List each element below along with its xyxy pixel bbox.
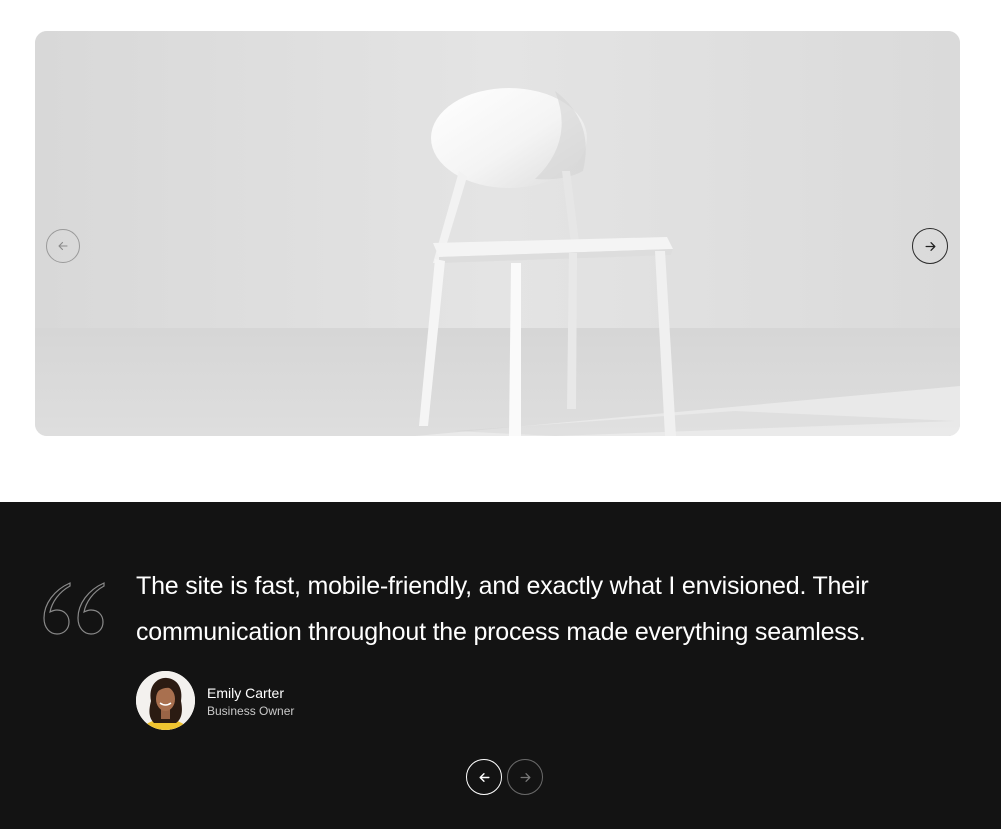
page: The site is fast, mobile-friendly, and e… <box>0 0 1001 829</box>
arrow-right-icon <box>520 772 530 782</box>
arrow-right-icon <box>925 241 935 251</box>
hero-slider <box>35 31 960 436</box>
testimonial-author: Emily Carter Business Owner <box>136 671 294 730</box>
arrow-left-icon <box>58 241 68 251</box>
avatar <box>136 671 195 730</box>
author-role: Business Owner <box>207 703 295 718</box>
testimonial-section: The site is fast, mobile-friendly, and e… <box>0 502 1001 829</box>
hero-prev-button[interactable] <box>46 229 80 263</box>
testimonial-prev-button[interactable] <box>466 759 502 795</box>
chair-image <box>35 31 960 436</box>
author-name: Emily Carter <box>207 684 285 701</box>
hero-next-button[interactable] <box>912 228 948 264</box>
quote-icon <box>43 582 105 635</box>
arrow-left-icon <box>478 772 490 782</box>
testimonial-next-button[interactable] <box>507 759 543 795</box>
testimonial-quote: The site is fast, mobile-friendly, and e… <box>136 572 869 646</box>
